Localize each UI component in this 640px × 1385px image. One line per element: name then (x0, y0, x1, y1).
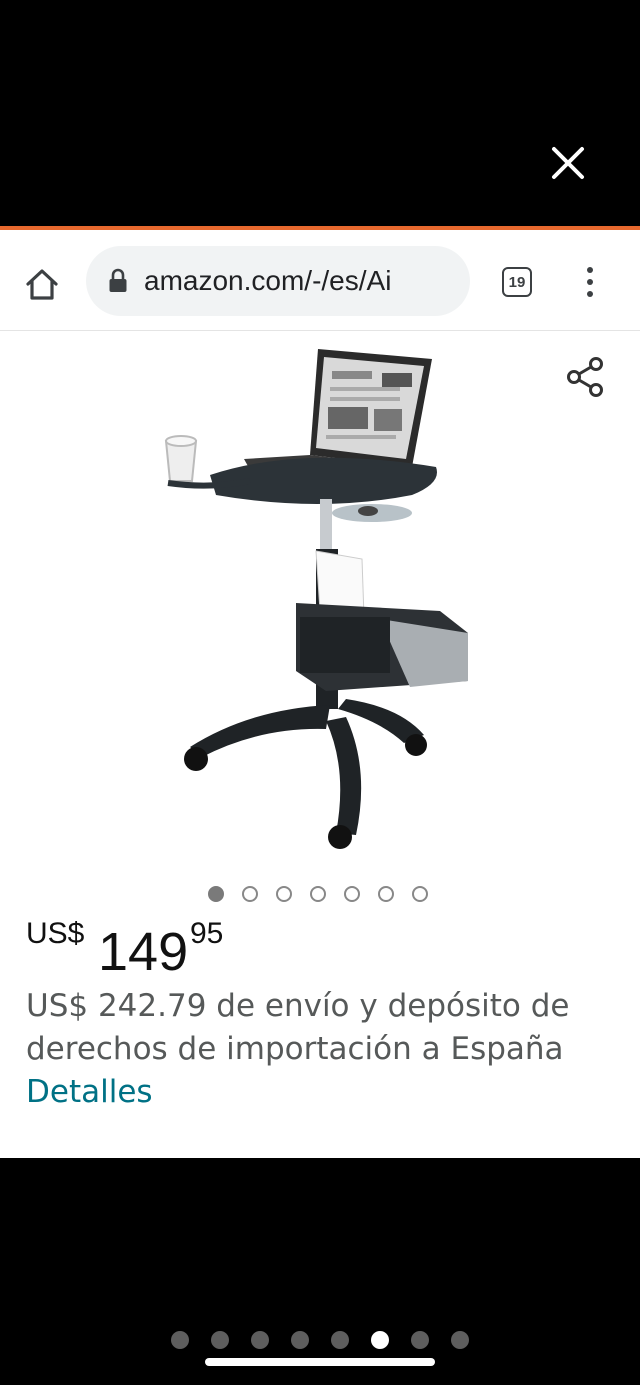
home-indicator[interactable] (205, 1358, 435, 1366)
price-currency: US$ (26, 917, 85, 950)
share-button[interactable] (564, 355, 608, 399)
browser-toolbar: amazon.com/-/es/Ai 19 (0, 230, 640, 331)
screenshot-panel: amazon.com/-/es/Ai 19 US$ 149 95 US$ 242… (0, 226, 640, 1158)
page-dot[interactable] (331, 1331, 349, 1349)
page-dot[interactable] (451, 1331, 469, 1349)
page-dot[interactable] (411, 1331, 429, 1349)
more-menu-button[interactable] (578, 260, 602, 304)
carousel-dot[interactable] (310, 886, 326, 902)
share-icon (567, 357, 603, 397)
home-button[interactable] (20, 262, 64, 306)
photo-page-indicator (0, 1331, 640, 1349)
image-carousel-indicator (0, 886, 638, 902)
carousel-dot[interactable] (344, 886, 360, 902)
page-dot[interactable] (371, 1331, 389, 1349)
close-icon (552, 147, 584, 179)
more-vert-icon (587, 267, 593, 273)
price-whole: 149 (98, 922, 189, 982)
shipping-info: US$ 242.79 de envío y depósito de derech… (26, 985, 626, 1114)
url-text: amazon.com/-/es/Ai (144, 265, 392, 296)
close-button[interactable] (546, 141, 590, 185)
details-link[interactable]: Detalles (26, 1074, 153, 1110)
carousel-dot[interactable] (242, 886, 258, 902)
carousel-dot[interactable] (276, 886, 292, 902)
shipping-text: US$ 242.79 de envío y depósito de derech… (26, 988, 570, 1067)
home-icon (26, 269, 58, 300)
carousel-dot[interactable] (208, 886, 224, 902)
page-dot[interactable] (211, 1331, 229, 1349)
lock-icon (108, 268, 128, 294)
price-fraction: 95 (190, 917, 224, 950)
page-dot[interactable] (251, 1331, 269, 1349)
tab-switcher-button[interactable]: 19 (502, 267, 532, 297)
carousel-dot[interactable] (378, 886, 394, 902)
carousel-dot[interactable] (412, 886, 428, 902)
product-image[interactable] (150, 349, 490, 859)
page-dot[interactable] (291, 1331, 309, 1349)
address-bar[interactable]: amazon.com/-/es/Ai (86, 246, 470, 316)
page-dot[interactable] (171, 1331, 189, 1349)
product-section: US$ 149 95 US$ 242.79 de envío y depósit… (0, 331, 640, 1158)
